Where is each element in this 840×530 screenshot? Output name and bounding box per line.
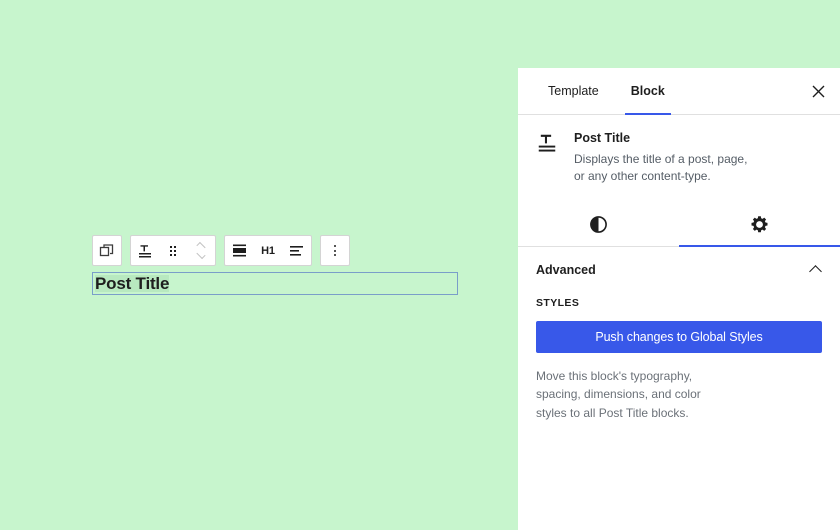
editor-canvas: H1 Post Title — [0, 0, 518, 530]
move-up-down-icon-button[interactable] — [187, 236, 215, 265]
sidebar-icon-tab-bar — [518, 204, 840, 247]
drag-handle-icon — [170, 245, 176, 256]
push-changes-help-text: Move this block's typography, spacing, d… — [536, 368, 701, 420]
post-title-block-icon — [137, 243, 153, 259]
advanced-panel: Advanced STYLES Push changes to Global S… — [518, 247, 840, 423]
copy-blocks-icon-button[interactable] — [93, 236, 121, 265]
drag-handle-icon-button[interactable] — [159, 236, 187, 265]
block-switcher-group — [92, 235, 122, 266]
block-settings-sidebar: Template Block Post Title Displays the t… — [518, 68, 840, 530]
heading-level-button[interactable]: H1 — [253, 236, 283, 265]
gear-icon — [750, 215, 769, 234]
post-title-text: Post Title — [95, 274, 170, 293]
close-icon — [811, 84, 826, 99]
text-align-icon-button[interactable] — [283, 236, 311, 265]
chevron-up-icon — [809, 264, 822, 278]
post-title-block-icon-button[interactable] — [131, 236, 159, 265]
tab-template[interactable]: Template — [532, 68, 615, 114]
close-icon-button[interactable] — [796, 68, 840, 114]
styles-tab[interactable] — [518, 204, 679, 246]
more-vertical-icon — [334, 245, 336, 256]
vertical-align-center-icon — [232, 243, 247, 258]
block-toolbar: H1 — [92, 235, 350, 266]
styles-subsection-label: STYLES — [536, 296, 580, 309]
tab-block[interactable]: Block — [615, 68, 681, 115]
copy-blocks-icon — [99, 243, 115, 259]
block-info-title: Post Title — [574, 131, 631, 145]
push-changes-to-global-styles-button[interactable]: Push changes to Global Styles — [536, 320, 822, 353]
contrast-half-circle-icon — [589, 215, 608, 234]
more-vertical-icon-button[interactable] — [321, 236, 349, 265]
block-movers-group — [130, 235, 216, 266]
heading-level-label: H1 — [261, 244, 275, 257]
block-options-group — [320, 235, 350, 266]
vertical-align-center-icon-button[interactable] — [225, 236, 253, 265]
settings-tab[interactable] — [679, 204, 840, 247]
move-up-down-icon — [196, 241, 206, 260]
block-info-description: Displays the title of a post, page, or a… — [574, 152, 748, 184]
post-title-block-icon — [536, 131, 560, 186]
advanced-section-label: Advanced — [536, 262, 596, 277]
block-info: Post Title Displays the title of a post,… — [518, 115, 840, 204]
block-format-group: H1 — [224, 235, 312, 266]
sidebar-tab-bar: Template Block — [518, 68, 840, 115]
post-title-block[interactable]: Post Title — [92, 272, 458, 295]
text-align-icon — [289, 244, 305, 258]
advanced-section-toggle[interactable]: Advanced — [536, 247, 822, 293]
